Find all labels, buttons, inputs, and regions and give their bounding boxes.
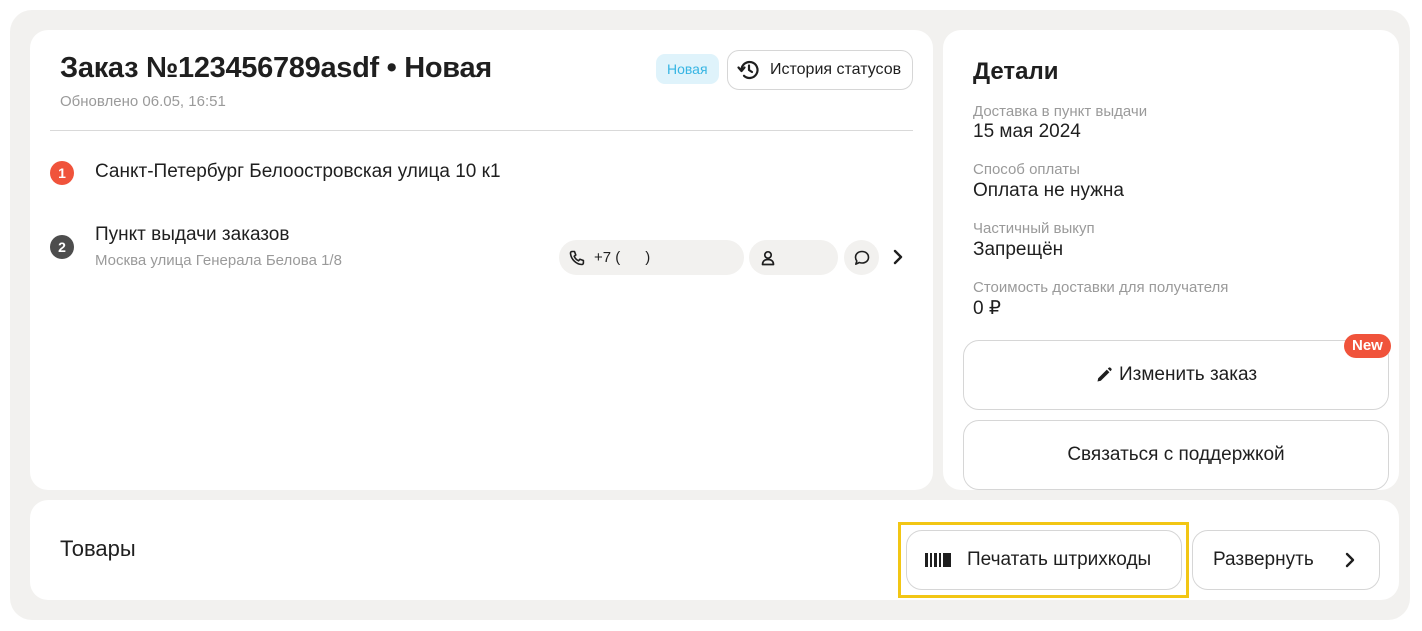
delivery-label: Доставка в пункт выдачи <box>973 103 1148 120</box>
goods-card: Товары Печатать штрихкоды Развернуть <box>30 500 1399 600</box>
person-icon <box>759 249 777 267</box>
goods-title: Товары <box>60 536 136 561</box>
contact-support-label: Связаться с поддержкой <box>1067 444 1285 465</box>
edit-order-label: Изменить заказ <box>1118 364 1258 385</box>
order-updated-time: Обновлено 06.05, 16:51 <box>60 93 226 110</box>
route-point-address: Санкт-Петербург Белоостровская улица 10 … <box>95 161 501 182</box>
pickup-point-title: Пункт выдачи заказов <box>95 224 290 245</box>
payment-value: Оплата не нужна <box>973 180 1124 201</box>
route-point-number: 2 <box>50 235 74 259</box>
details-title: Детали <box>973 58 1059 85</box>
chevron-right-icon[interactable] <box>888 247 908 267</box>
delivery-cost-value: 0 ₽ <box>973 298 1001 319</box>
phone-icon <box>568 249 586 267</box>
status-history-label: История статусов <box>770 61 902 78</box>
expand-label: Развернуть <box>1213 549 1314 570</box>
payment-label: Способ оплаты <box>973 161 1080 178</box>
delivery-value: 15 мая 2024 <box>973 121 1081 142</box>
expand-button[interactable]: Развернуть <box>1192 530 1380 590</box>
chat-button[interactable] <box>844 240 879 275</box>
status-history-button[interactable]: История статусов <box>727 50 913 90</box>
chevron-right-icon <box>1343 552 1357 568</box>
pickup-point-address: Москва улица Генерала Белова 1/8 <box>95 252 342 269</box>
page-background: Заказ №123456789asdf • Новая Обновлено 0… <box>10 10 1410 620</box>
barcode-icon <box>925 552 951 568</box>
details-card: Детали Доставка в пункт выдачи 15 мая 20… <box>943 30 1399 490</box>
history-icon <box>736 57 762 83</box>
print-barcodes-button[interactable]: Печатать штрихкоды <box>906 530 1182 590</box>
status-badge: Новая <box>656 54 719 84</box>
order-title: Заказ №123456789asdf • Новая <box>60 52 492 84</box>
route-point-number: 1 <box>50 161 74 185</box>
new-badge: New <box>1344 334 1391 358</box>
pencil-icon <box>1095 366 1113 384</box>
phone-number: +7 ( ) <box>594 249 651 266</box>
edit-order-button[interactable]: Изменить заказ <box>963 340 1389 410</box>
contact-support-button[interactable]: Связаться с поддержкой <box>963 420 1389 490</box>
delivery-cost-label: Стоимость доставки для получателя <box>973 279 1229 296</box>
print-barcodes-label: Печатать штрихкоды <box>967 549 1152 570</box>
phone-button[interactable]: +7 ( ) <box>559 240 744 275</box>
chat-icon <box>853 249 871 267</box>
contact-person-button[interactable] <box>749 240 838 275</box>
divider <box>50 130 913 131</box>
partial-purchase-label: Частичный выкуп <box>973 220 1095 237</box>
partial-purchase-value: Запрещён <box>973 239 1064 260</box>
order-card: Заказ №123456789asdf • Новая Обновлено 0… <box>30 30 933 490</box>
